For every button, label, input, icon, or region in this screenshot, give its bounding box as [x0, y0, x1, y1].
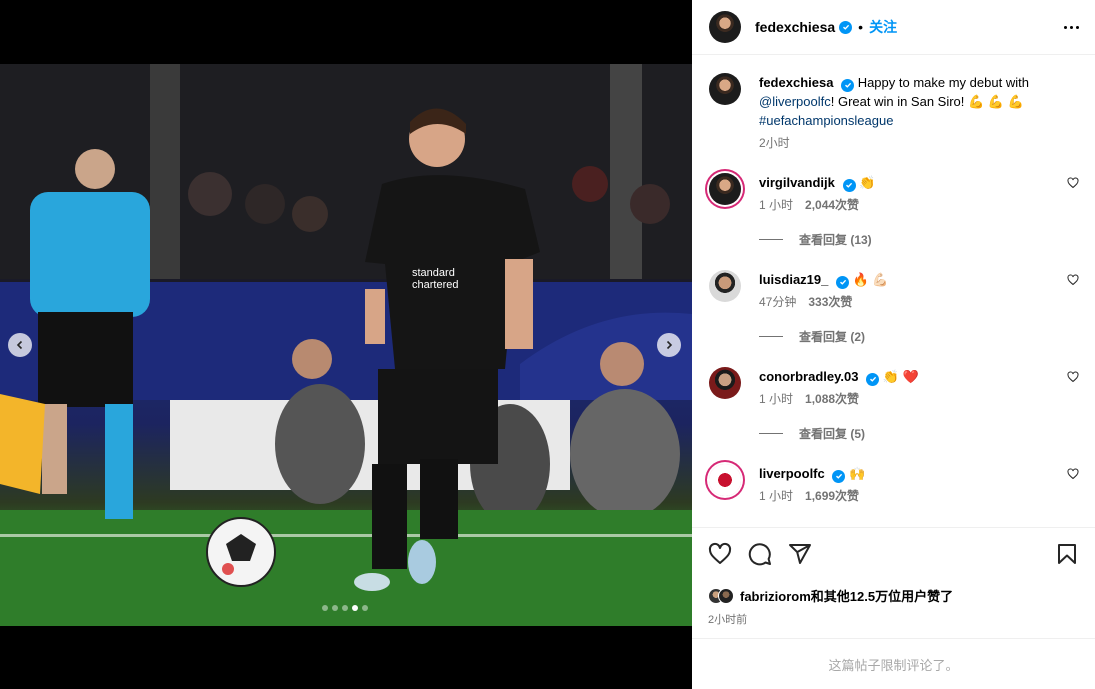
- chevron-right-icon: [666, 340, 673, 350]
- commenter-avatar[interactable]: [709, 270, 741, 302]
- author-username[interactable]: fedexchiesa: [755, 19, 835, 35]
- comment-meta: 1 小时 2,044次赞: [759, 196, 1079, 215]
- post-timestamp: 2小时前: [708, 614, 748, 626]
- commenter-username[interactable]: luisdiaz19_: [759, 272, 828, 287]
- like-comment-heart-icon[interactable]: [1067, 468, 1079, 480]
- comments-limited-notice: 这篇帖子限制评论了。: [692, 638, 1095, 689]
- comment-text: 👏: [859, 175, 876, 190]
- comments-list[interactable]: fedexchiesa Happy to make my debut with …: [692, 55, 1095, 527]
- carousel-indicator: [322, 605, 368, 611]
- like-comment-heart-icon[interactable]: [1067, 177, 1079, 189]
- like-comment-heart-icon[interactable]: [1067, 371, 1079, 383]
- verified-badge-icon: [836, 275, 849, 289]
- post-side-panel: fedexchiesa • 关注 fedexchiesa Happy to ma…: [692, 0, 1095, 689]
- header-separator: •: [858, 19, 864, 35]
- commenter-username[interactable]: liverpoolfc: [759, 466, 825, 481]
- post-photo: standard chartered: [0, 64, 692, 626]
- like-heart-icon[interactable]: [708, 542, 732, 566]
- verified-badge-icon: [866, 372, 880, 386]
- view-replies-button[interactable]: 查看回复 (13): [759, 231, 1079, 248]
- replies-divider: [759, 336, 783, 337]
- comment-likes[interactable]: 333次赞: [808, 293, 852, 312]
- share-icon[interactable]: [788, 542, 812, 566]
- author-avatar[interactable]: [709, 11, 741, 43]
- caption-time: 2小时: [759, 136, 790, 150]
- carousel-dot: [362, 605, 368, 611]
- media-area: standard chartered: [0, 0, 692, 689]
- comment-meta: 1 小时 1,699次赞: [759, 487, 1079, 506]
- comment-item: luisdiaz19_ 🔥 💪🏻 47分钟 333次赞: [709, 270, 1079, 312]
- replies-divider: [759, 433, 783, 434]
- comment-text: 👏 ❤️: [882, 369, 919, 384]
- commenter-username[interactable]: conorbradley.03: [759, 369, 858, 384]
- carousel-dot: [322, 605, 328, 611]
- comment-likes[interactable]: 2,044次赞: [805, 196, 859, 215]
- like-comment-heart-icon[interactable]: [1067, 274, 1079, 286]
- verified-badge-icon: [841, 78, 855, 92]
- comment-body: conorbradley.03 👏 ❤️ 1 小时 1,088次赞: [759, 367, 1079, 409]
- liker-avatar: [718, 587, 734, 604]
- comment-time: 1 小时: [759, 489, 794, 503]
- caption-text: ! Great win in San Siro! 💪 💪 💪: [830, 94, 1024, 109]
- verified-badge-icon: [839, 20, 853, 34]
- author-avatar[interactable]: [709, 73, 741, 105]
- save-bookmark-icon[interactable]: [1055, 542, 1079, 566]
- caption-username[interactable]: fedexchiesa: [759, 75, 833, 90]
- view-replies-label: 查看回复 (2): [799, 330, 866, 344]
- commenter-username[interactable]: virgilvandijk: [759, 175, 835, 190]
- svg-text:chartered: chartered: [412, 279, 458, 291]
- comment-text: 🙌: [849, 466, 866, 481]
- comment-meta: 1 小时 1,088次赞: [759, 390, 1079, 409]
- post-modal: standard chartered fedexchiesa • 关注 fede…: [0, 0, 1095, 689]
- comment-meta: 47分钟 333次赞: [759, 293, 1079, 312]
- likes-text[interactable]: fabriziorom和其他12.5万位用户赞了: [740, 586, 953, 605]
- comment-item: virgilvandijk 👏 1 小时 2,044次赞: [709, 173, 1079, 215]
- caption-text: Happy to make my debut with: [857, 75, 1029, 90]
- comment-body: liverpoolfc 🙌 1 小时 1,699次赞: [759, 464, 1079, 506]
- carousel-dot-active: [352, 605, 358, 611]
- svg-text:standard: standard: [412, 267, 455, 279]
- comment-time: 47分钟: [759, 295, 797, 309]
- verified-badge-icon: [832, 469, 846, 483]
- view-replies-label: 查看回复 (13): [799, 233, 872, 247]
- carousel-dot: [332, 605, 338, 611]
- view-replies-button[interactable]: 查看回复 (5): [759, 425, 1079, 442]
- view-replies-label: 查看回复 (5): [799, 427, 866, 441]
- post-caption: fedexchiesa Happy to make my debut with …: [709, 73, 1079, 153]
- carousel-dot: [342, 605, 348, 611]
- view-replies-button[interactable]: 查看回复 (2): [759, 328, 1079, 345]
- caption-body: fedexchiesa Happy to make my debut with …: [759, 73, 1079, 153]
- verified-badge-icon: [842, 178, 856, 192]
- comment-likes[interactable]: 1,088次赞: [805, 390, 859, 409]
- comment-time: 1 小时: [759, 392, 794, 406]
- post-actions: fabriziorom和其他12.5万位用户赞了 2小时前: [692, 527, 1095, 638]
- mention-link[interactable]: @liverpoolfc: [759, 94, 831, 109]
- comment-text: 🔥 💪🏻: [852, 272, 889, 287]
- likes-summary: fabriziorom和其他12.5万位用户赞了: [708, 586, 1079, 605]
- comment-likes[interactable]: 1,699次赞: [805, 487, 859, 506]
- follow-button[interactable]: 关注: [869, 17, 897, 37]
- comment-body: virgilvandijk 👏 1 小时 2,044次赞: [759, 173, 1079, 215]
- caption-meta: 2小时: [759, 134, 1079, 153]
- hashtag-link[interactable]: #uefachampionsleague: [759, 113, 893, 128]
- next-photo-button[interactable]: [657, 333, 681, 357]
- post-header: fedexchiesa • 关注: [692, 0, 1095, 55]
- comment-body: luisdiaz19_ 🔥 💪🏻 47分钟 333次赞: [759, 270, 1079, 312]
- commenter-avatar[interactable]: [709, 367, 741, 399]
- commenter-avatar[interactable]: [709, 173, 741, 205]
- comment-item: liverpoolfc 🙌 1 小时 1,699次赞: [709, 464, 1079, 506]
- comment-icon[interactable]: [748, 542, 772, 566]
- comment-item: conorbradley.03 👏 ❤️ 1 小时 1,088次赞: [709, 367, 1079, 409]
- replies-divider: [759, 239, 783, 240]
- chevron-left-icon: [16, 340, 23, 350]
- previous-photo-button[interactable]: [8, 333, 32, 357]
- liker-username[interactable]: fabriziorom: [740, 589, 811, 604]
- more-options-icon[interactable]: [1064, 25, 1079, 29]
- commenter-avatar[interactable]: [709, 464, 741, 496]
- action-icons: [708, 540, 1079, 568]
- comment-time: 1 小时: [759, 198, 794, 212]
- likes-count-text[interactable]: 和其他12.5万位用户赞了: [811, 589, 953, 604]
